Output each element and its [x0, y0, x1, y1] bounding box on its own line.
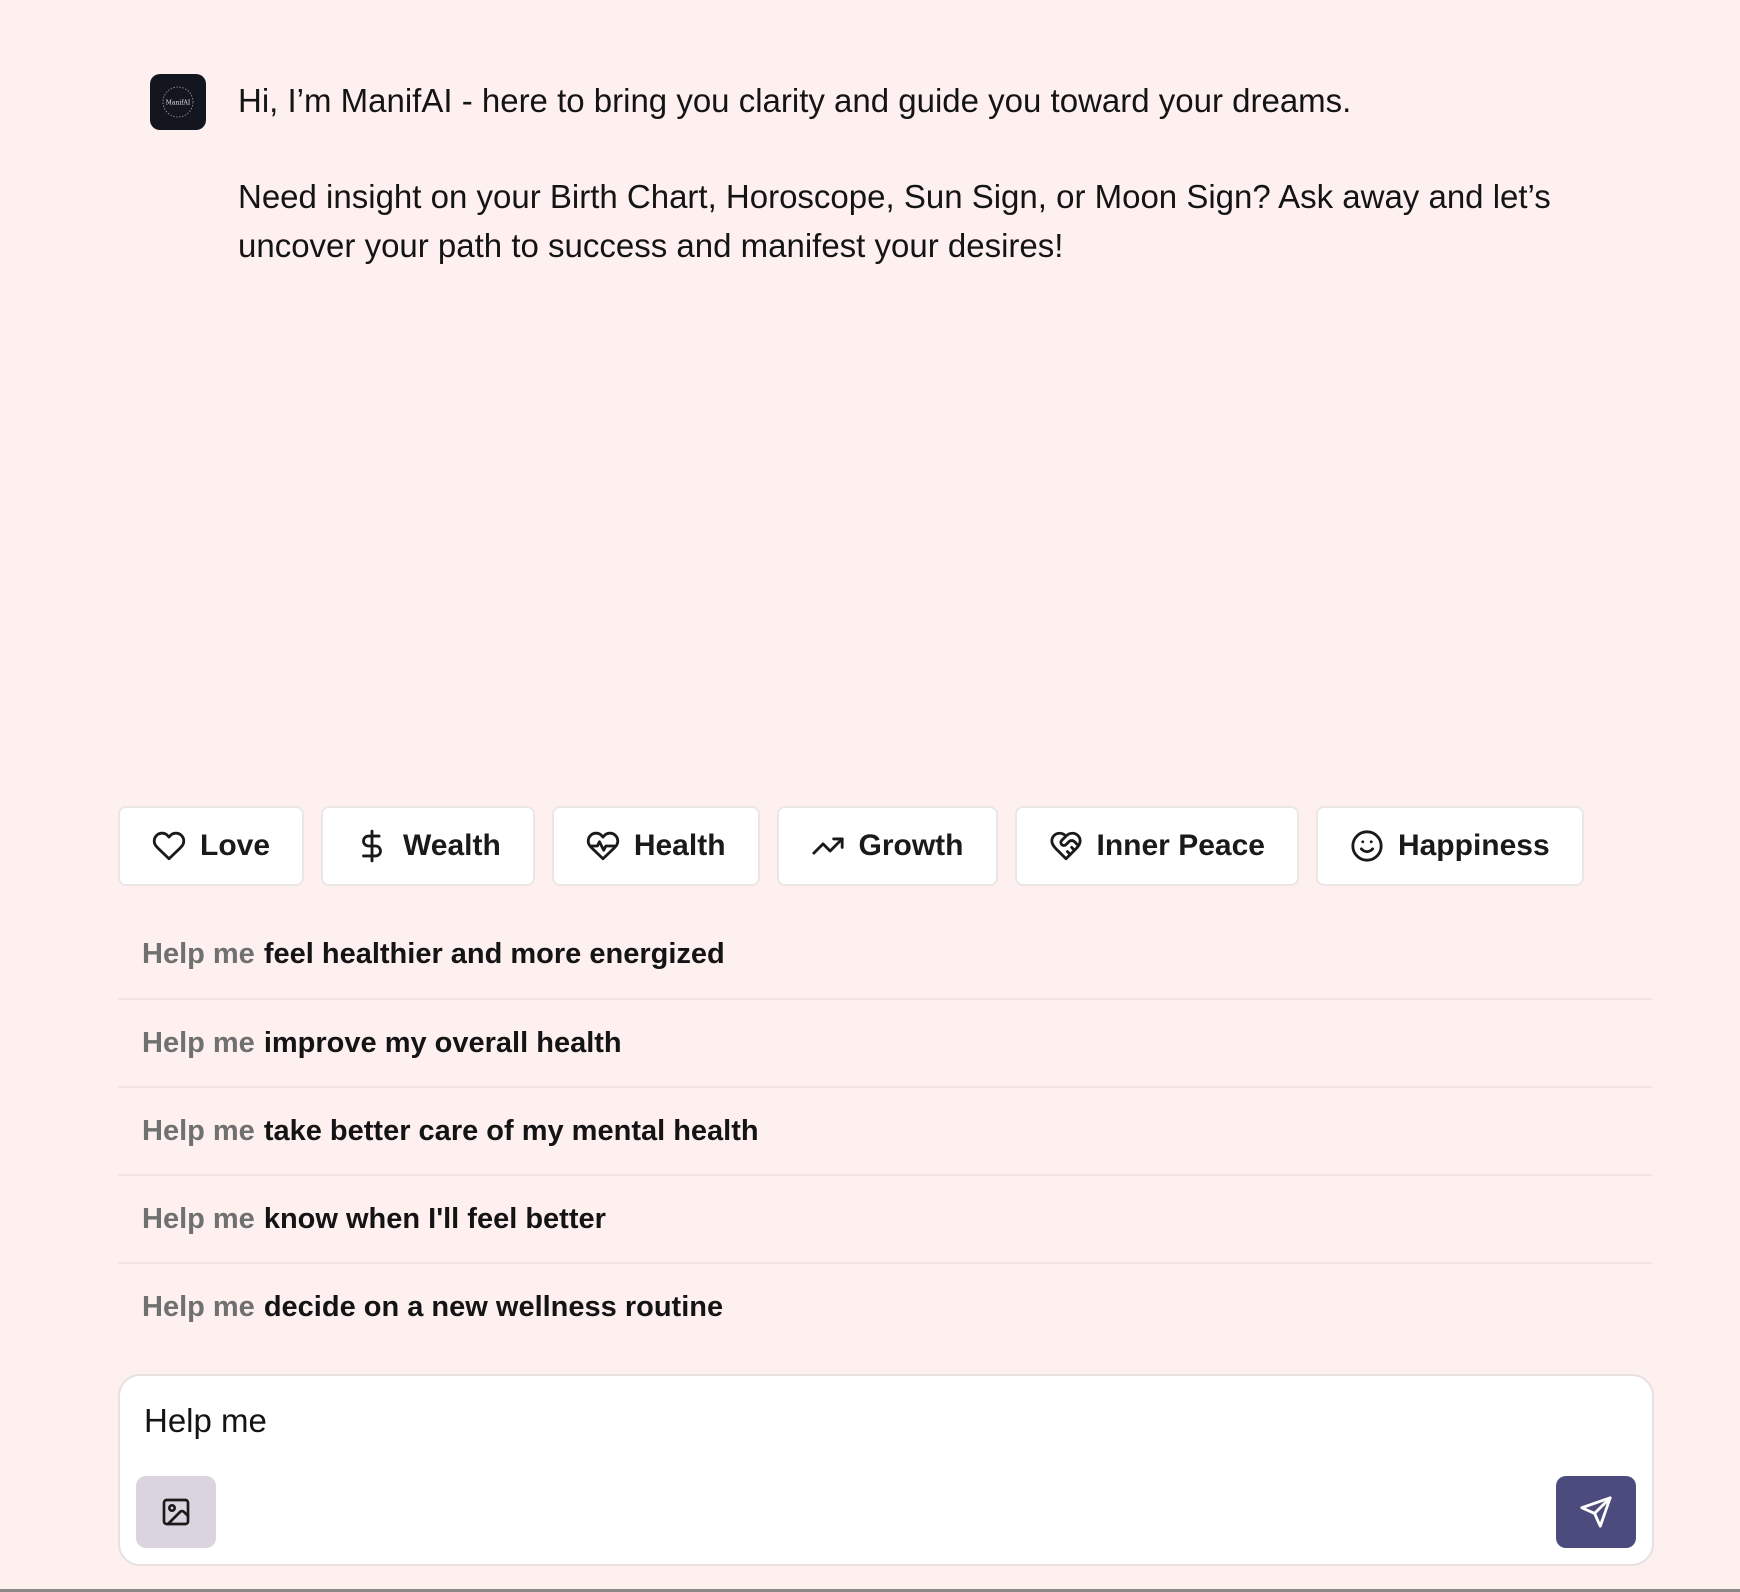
suggestion-prefix: Help me [142, 1114, 255, 1147]
greeting-text: Hi, I’m ManifAI - here to bring you clar… [238, 82, 1352, 119]
suggestion-text: take better care of my mental health [263, 1114, 759, 1147]
manifai-logo: ManifAI [162, 86, 194, 118]
message-body: Hi, I’m ManifAI - here to bring you clar… [238, 76, 1590, 270]
suggestion-item[interactable]: Help me feel healthier and more energize… [118, 910, 1652, 998]
chat-page: ManifAI Hi, I’m ManifAI - here to bring … [0, 0, 1740, 1592]
trending-up-icon [811, 837, 844, 855]
suggestion-prefix: Help me [142, 937, 255, 970]
dollar-icon [362, 829, 382, 863]
chip-label: Love [200, 829, 271, 862]
chip-label: Wealth [403, 829, 501, 862]
suggestion-prefix: Help me [142, 1026, 255, 1059]
chip-inner-peace[interactable]: Inner Peace [1014, 806, 1299, 886]
manifai-avatar: ManifAI [150, 74, 206, 130]
suggestion-item[interactable]: Help me improve my overall health [118, 998, 1652, 1086]
chip-wealth[interactable]: Wealth [321, 806, 535, 886]
suggestion-prefix: Help me [142, 1290, 255, 1323]
prompt-text: Need insight on your Birth Chart, Horosc… [238, 178, 1551, 264]
suggestion-list: Help me feel healthier and more energize… [118, 910, 1652, 1350]
suggestion-text: improve my overall health [263, 1026, 622, 1059]
chip-happiness[interactable]: Happiness [1315, 806, 1584, 886]
send-button[interactable] [1556, 1476, 1636, 1548]
chip-label: Inner Peace [1096, 829, 1265, 862]
message-composer: Help me [118, 1374, 1654, 1566]
suggestion-item[interactable]: Help me decide on a new wellness routine [118, 1262, 1652, 1350]
image-icon [162, 1498, 190, 1526]
suggestion-item[interactable]: Help me know when I'll feel better [118, 1174, 1652, 1262]
suggestion-text: feel healthier and more energized [263, 937, 725, 970]
chip-label: Health [633, 829, 726, 862]
chip-love[interactable]: Love [118, 806, 305, 886]
send-icon [1580, 1496, 1612, 1528]
logo-text: ManifAI [166, 100, 191, 107]
suggestion-text: decide on a new wellness routine [263, 1290, 724, 1323]
chip-growth[interactable]: Growth [776, 806, 998, 886]
heart-handshake-icon [1049, 831, 1082, 861]
chip-label: Growth [858, 829, 964, 862]
message-input[interactable]: Help me [144, 1402, 267, 1440]
suggestion-prefix: Help me [142, 1202, 255, 1235]
chip-label: Happiness [1397, 829, 1550, 862]
assistant-message: ManifAI Hi, I’m ManifAI - here to bring … [150, 74, 1590, 270]
heart-pulse-icon [586, 831, 619, 861]
heart-icon [152, 831, 186, 861]
attach-image-button[interactable] [136, 1476, 216, 1548]
chip-health[interactable]: Health [551, 806, 760, 886]
smile-icon [1351, 830, 1383, 862]
suggestion-item[interactable]: Help me take better care of my mental he… [118, 1086, 1652, 1174]
suggestion-text: know when I'll feel better [263, 1202, 606, 1235]
category-chips: Love Wealth Health Growth Inner Peace Ha… [118, 806, 1584, 886]
